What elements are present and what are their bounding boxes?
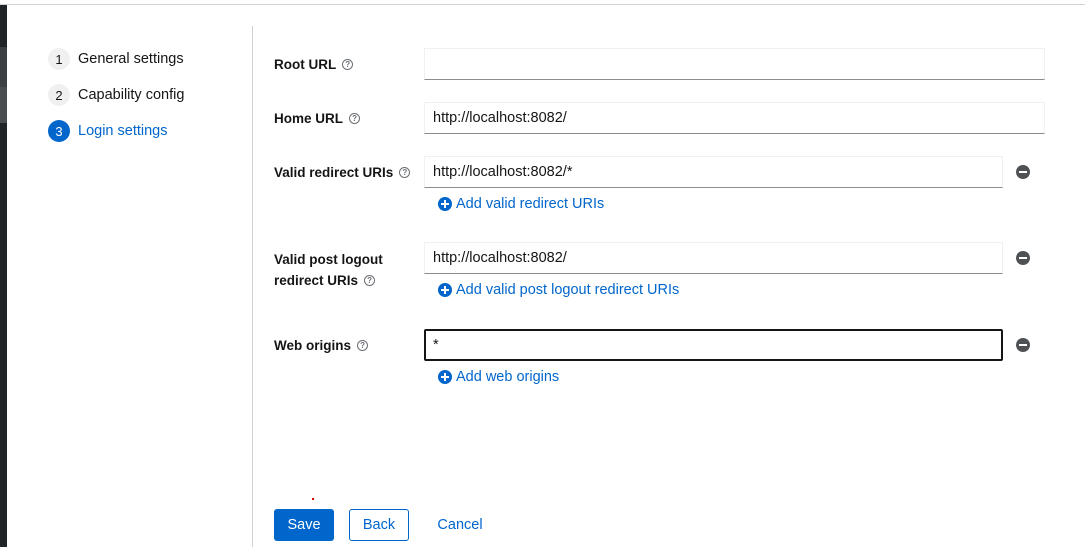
step-number: 1	[48, 48, 70, 70]
plus-circle-icon	[438, 283, 452, 297]
valid-post-logout-label-line1: Valid post logout	[274, 252, 383, 267]
wizard-step-login-settings[interactable]: 3 Login settings	[48, 120, 167, 142]
step-number: 3	[48, 120, 70, 142]
valid-post-logout-uri-input[interactable]	[424, 242, 1003, 274]
step-label: General settings	[78, 51, 184, 67]
root-url-label: Root URL?	[274, 54, 354, 75]
step-label: Login settings	[78, 123, 168, 139]
web-origins-input[interactable]	[424, 329, 1003, 361]
plus-circle-icon	[438, 370, 452, 384]
root-url-label-text: Root URL	[274, 57, 337, 72]
web-origins-label-text: Web origins	[274, 338, 352, 353]
add-valid-redirect-uris-text: Add valid redirect URIs	[456, 196, 605, 212]
cancel-button[interactable]: Cancel	[428, 509, 492, 541]
add-valid-post-logout-uris-link[interactable]: Add valid post logout redirect URIs	[438, 282, 679, 298]
red-dot-artifact	[312, 498, 314, 500]
valid-redirect-uris-label-text: Valid redirect URIs	[274, 165, 394, 180]
wizard-step-capability-config[interactable]: 2 Capability config	[48, 84, 184, 106]
wizard-step-general-settings[interactable]: 1 General settings	[48, 48, 184, 70]
remove-web-origin-icon[interactable]	[1016, 338, 1030, 352]
plus-circle-icon	[438, 197, 452, 211]
save-button[interactable]: Save	[274, 509, 334, 541]
step-label: Capability config	[78, 87, 185, 103]
valid-post-logout-label-line2: redirect URIs	[274, 273, 359, 288]
help-icon[interactable]: ?	[357, 339, 369, 351]
top-border	[0, 4, 1085, 5]
add-web-origins-text: Add web origins	[456, 369, 560, 385]
help-icon[interactable]: ?	[364, 274, 376, 286]
help-icon[interactable]: ?	[342, 58, 354, 70]
add-valid-post-logout-uris-text: Add valid post logout redirect URIs	[456, 282, 680, 298]
valid-redirect-uris-label: Valid redirect URIs?	[274, 162, 411, 183]
root-url-input[interactable]	[424, 48, 1045, 80]
remove-redirect-uri-icon[interactable]	[1016, 165, 1030, 179]
sidebar-edge-segment	[0, 47, 7, 87]
add-valid-redirect-uris-link[interactable]: Add valid redirect URIs	[438, 196, 604, 212]
add-web-origins-link[interactable]: Add web origins	[438, 369, 559, 385]
home-url-input[interactable]	[424, 102, 1045, 134]
valid-redirect-uri-input[interactable]	[424, 156, 1003, 188]
left-sidebar-edge	[0, 5, 7, 547]
remove-post-logout-uri-icon[interactable]	[1016, 251, 1030, 265]
home-url-label: Home URL?	[274, 108, 361, 129]
step-number: 2	[48, 84, 70, 106]
valid-post-logout-label-2: redirect URIs?	[274, 270, 376, 291]
help-icon[interactable]: ?	[399, 166, 411, 178]
home-url-label-text: Home URL	[274, 111, 344, 126]
valid-post-logout-label: Valid post logout	[274, 249, 383, 270]
nav-divider	[252, 26, 253, 547]
web-origins-label: Web origins?	[274, 335, 369, 356]
sidebar-edge-segment	[0, 87, 7, 123]
back-button[interactable]: Back	[349, 509, 409, 541]
help-icon[interactable]: ?	[349, 112, 361, 124]
